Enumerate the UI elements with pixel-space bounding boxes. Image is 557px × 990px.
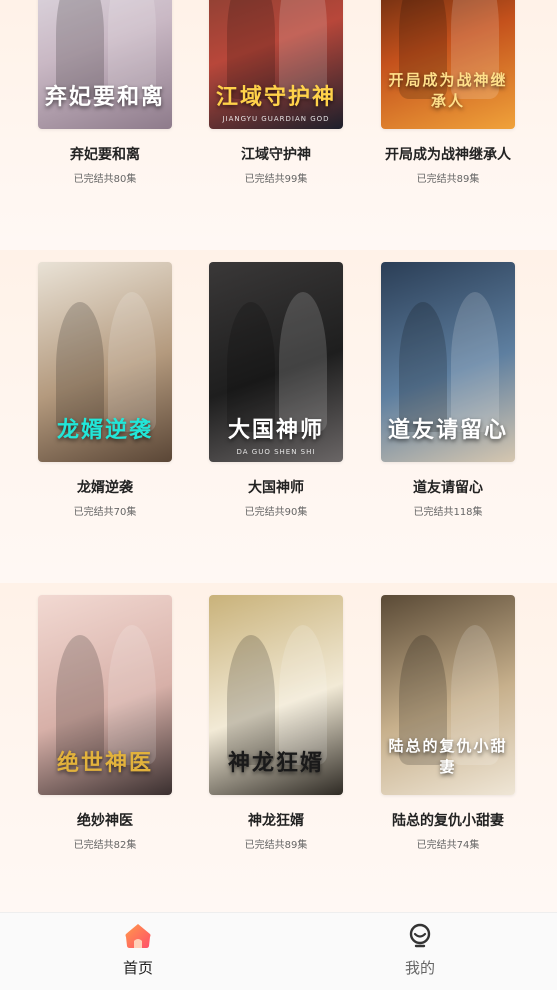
episode-count: 已完结共74集 [416,840,480,851]
drama-title[interactable]: 弃妃要和离 [38,144,172,164]
tab-mine-label: 我的 [404,959,435,977]
house-icon [123,921,153,951]
drama-poster[interactable]: 龙婿逆袭 [38,262,172,462]
poster-title-art: 龙婿逆袭 [56,417,153,443]
drama-title[interactable]: 神龙狂婿 [209,810,343,830]
poster-title-art: 江域守护神 [215,84,336,110]
episode-count: 已完结共89集 [416,174,480,185]
drama-poster[interactable]: 绝世神医 [38,595,172,795]
profile-icon [405,921,435,951]
poster-figure [108,292,156,432]
drama-poster[interactable]: 神龙狂婿 [209,595,343,795]
poster-title-art: 大国神师 [227,417,324,443]
poster-figure [451,292,499,432]
poster-title-art: 绝世神医 [56,750,153,776]
drama-title[interactable]: 开局成为战神继承人 [381,144,515,164]
episode-count: 已完结共90集 [244,507,308,518]
drama-poster[interactable]: 弃妃要和离 [38,0,172,129]
episode-count: 已完结共118集 [413,507,483,518]
episode-count: 已完结共89集 [244,840,308,851]
drama-poster[interactable]: 江域守护神 JIANGYU GUARDIAN GOD [209,0,343,129]
drama-poster[interactable]: 道友请留心 [381,262,515,462]
bottom-tab-bar: 首页 我的 [0,912,557,990]
poster-title-art: 陆总的复仇小甜妻 [388,737,508,776]
tab-home-label: 首页 [122,959,153,977]
poster-figure [279,625,327,765]
drama-poster[interactable]: 陆总的复仇小甜妻 [381,595,515,795]
drama-title[interactable]: 陆总的复仇小甜妻 [381,810,515,830]
poster-title-art: 弃妃要和离 [44,84,165,110]
drama-card[interactable]: 陆总的复仇小甜妻 陆总的复仇小甜妻 已完结共74集 [381,595,515,851]
drama-title[interactable]: 江域守护神 [209,144,343,164]
drama-title[interactable]: 龙婿逆袭 [38,477,172,497]
drama-title[interactable]: 大国神师 [209,477,343,497]
drama-card[interactable]: 开局成为战神继承人 开局成为战神继承人 已完结共89集 [381,0,515,185]
tab-mine[interactable]: 我的 [360,913,480,978]
poster-figure [279,292,327,432]
drama-card[interactable]: 神龙狂婿 神龙狂婿 已完结共89集 [209,595,343,851]
poster-subtitle-art: JIANGYU GUARDIAN GOD [222,115,330,123]
drama-title[interactable]: 道友请留心 [381,477,515,497]
drama-poster[interactable]: 大国神师 DA GUO SHEN SHI [209,262,343,462]
drama-title[interactable]: 绝妙神医 [38,810,172,830]
episode-count: 已完结共82集 [73,840,137,851]
poster-subtitle-art: DA GUO SHEN SHI [236,448,316,456]
episode-count: 已完结共70集 [73,507,137,518]
poster-title-art: 开局成为战神继承人 [388,71,508,110]
poster-title-art: 道友请留心 [387,417,508,443]
tab-home[interactable]: 首页 [78,913,198,978]
drama-card[interactable]: 大国神师 DA GUO SHEN SHI 大国神师已完结共90集 [209,262,343,518]
drama-card[interactable]: 江域守护神 JIANGYU GUARDIAN GOD 江域守护神已完结共99集 [209,0,343,185]
drama-card[interactable]: 龙婿逆袭 龙婿逆袭 已完结共70集 [38,262,172,518]
drama-card[interactable]: 弃妃要和离 弃妃要和离 已完结共80集 [38,0,172,185]
episode-count: 已完结共99集 [244,174,308,185]
poster-figure [108,625,156,765]
drama-poster[interactable]: 开局成为战神继承人 [381,0,515,129]
drama-card[interactable]: 道友请留心 道友请留心 已完结共118集 [381,262,515,518]
poster-title-art: 神龙狂婿 [227,750,324,776]
episode-count: 已完结共80集 [73,174,137,185]
drama-card[interactable]: 绝世神医绝妙神医已完结共82集 [38,595,172,851]
